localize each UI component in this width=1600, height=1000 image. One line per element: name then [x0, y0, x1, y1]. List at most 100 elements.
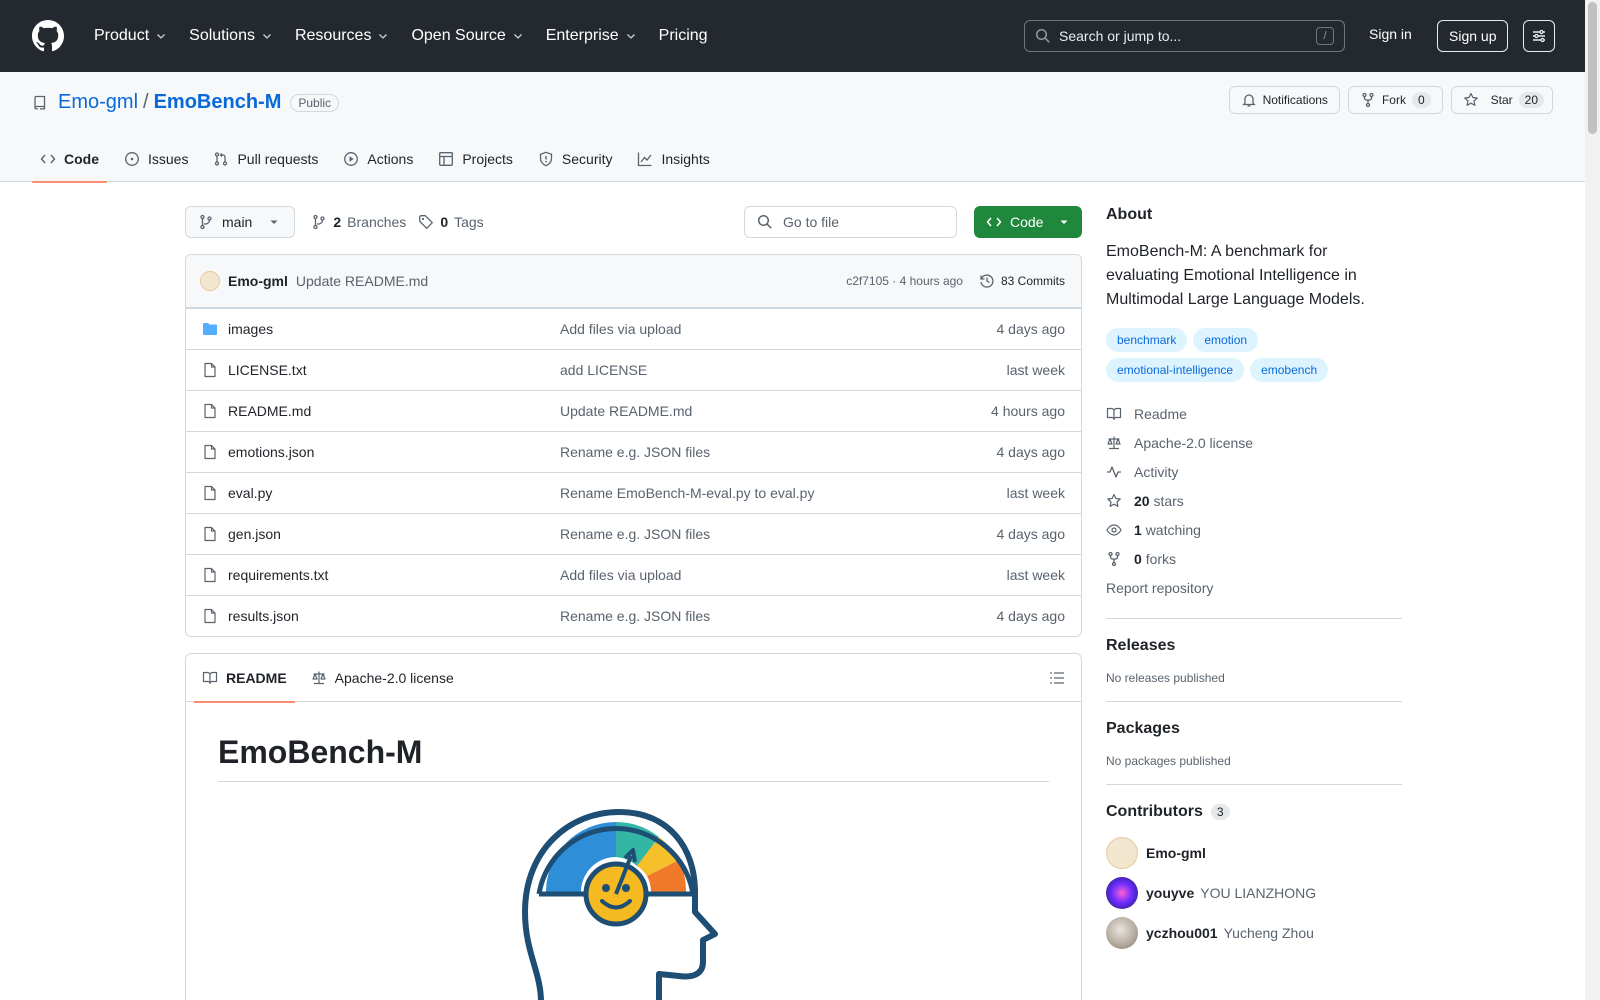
file-row[interactable]: emotions.json Rename e.g. JSON files 4 d… — [186, 431, 1081, 472]
file-age: last week — [1006, 567, 1065, 583]
tab-projects[interactable]: Projects — [430, 136, 521, 182]
file-name-link[interactable]: emotions.json — [228, 444, 560, 460]
tags-label: Tags — [454, 214, 484, 230]
tab-code[interactable]: Code — [32, 136, 107, 183]
file-row[interactable]: results.json Rename e.g. JSON files 4 da… — [186, 595, 1081, 636]
tab-readme[interactable]: README — [194, 654, 295, 703]
file-name-link[interactable]: requirements.txt — [228, 567, 560, 583]
table-icon — [439, 152, 454, 166]
eye-icon — [1106, 523, 1122, 536]
forks-link[interactable]: 0 forks — [1106, 544, 1402, 573]
file-commit-link[interactable]: Add files via upload — [560, 567, 1007, 583]
topic-tag[interactable]: emotion — [1193, 328, 1259, 352]
avatar — [1106, 877, 1138, 909]
repo-tabs: Code Issues Pull requests Actions Projec… — [32, 136, 727, 183]
file-commit-link[interactable]: add LICENSE — [560, 362, 1007, 378]
repo-name-link[interactable]: EmoBench-M — [154, 91, 282, 114]
file-name-link[interactable]: README.md — [228, 403, 560, 419]
law-icon — [312, 671, 326, 684]
tab-security[interactable]: Security — [530, 136, 621, 182]
branch-icon — [200, 214, 212, 230]
contributors-heading[interactable]: Contributors 3 — [1106, 803, 1402, 821]
contributors-count: 3 — [1210, 804, 1230, 820]
forks-text: 0 forks — [1134, 551, 1176, 567]
topic-tag[interactable]: emotional-intelligence — [1106, 358, 1245, 382]
activity-link[interactable]: Activity — [1106, 457, 1402, 486]
sign-up-button[interactable]: Sign up — [1437, 20, 1509, 52]
topic-tag[interactable]: benchmark — [1106, 328, 1188, 352]
releases-heading[interactable]: Releases — [1106, 637, 1402, 655]
caret-down-icon — [270, 220, 278, 224]
file-row[interactable]: LICENSE.txt add LICENSE last week — [186, 349, 1081, 390]
readme-logo — [188, 802, 1049, 1000]
table-of-contents-button[interactable] — [1049, 670, 1065, 686]
notifications-button[interactable]: Notifications — [1228, 86, 1340, 114]
file-row[interactable]: images Add files via upload 4 days ago — [186, 308, 1081, 349]
nav-solutions[interactable]: Solutions — [181, 27, 281, 45]
avatar[interactable] — [200, 271, 220, 291]
topic-tag[interactable]: emobench — [1250, 358, 1329, 382]
branches-link[interactable]: 2 Branches — [311, 214, 406, 230]
license-link[interactable]: Apache-2.0 license — [1106, 428, 1402, 457]
file-name-link[interactable]: LICENSE.txt — [228, 362, 560, 378]
tab-insights[interactable]: Insights — [629, 136, 717, 182]
commit-hash-time[interactable]: c2f7105 · 4 hours ago — [846, 274, 963, 288]
file-row[interactable]: README.md Update README.md 4 hours ago — [186, 390, 1081, 431]
file-commit-link[interactable]: Update README.md — [560, 403, 991, 419]
watching-link[interactable]: 1 watching — [1106, 515, 1402, 544]
tags-link[interactable]: 0 Tags — [418, 214, 484, 230]
nav-pricing[interactable]: Pricing — [651, 27, 716, 45]
readme-tabs: README Apache-2.0 license — [186, 654, 1081, 703]
fork-button[interactable]: Fork 0 — [1347, 86, 1443, 114]
tab-actions[interactable]: Actions — [335, 136, 421, 182]
tab-pull-requests[interactable]: Pull requests — [205, 136, 326, 182]
file-row[interactable]: requirements.txt Add files via upload la… — [186, 554, 1081, 595]
settings-menu-button[interactable] — [1523, 20, 1555, 52]
file-commit-link[interactable]: Rename e.g. JSON files — [560, 526, 997, 542]
file-name-link[interactable]: images — [228, 321, 560, 337]
repo-owner-link[interactable]: Emo-gml — [58, 91, 138, 114]
code-dropdown-button[interactable]: Code — [974, 206, 1082, 238]
branch-selector[interactable]: main — [185, 206, 296, 238]
branch-icon — [313, 214, 326, 230]
page-scrollbar[interactable] — [1585, 0, 1600, 1000]
search-shortcut-key: / — [1316, 27, 1334, 45]
contributor-item[interactable]: Emo-gml — [1106, 833, 1402, 873]
go-to-file-input[interactable]: Go to file — [744, 206, 957, 238]
star-icon — [1463, 92, 1478, 106]
file-commit-link[interactable]: Add files via upload — [560, 321, 997, 337]
file-row[interactable]: gen.json Rename e.g. JSON files 4 days a… — [186, 513, 1081, 554]
nav-enterprise[interactable]: Enterprise — [538, 27, 645, 45]
tab-license[interactable]: Apache-2.0 license — [303, 654, 462, 702]
commit-message-link[interactable]: Update README.md — [296, 273, 428, 289]
tab-issues[interactable]: Issues — [116, 136, 196, 182]
file-row[interactable]: eval.py Rename EmoBench-M-eval.py to eva… — [186, 472, 1081, 513]
nav-open-source[interactable]: Open Source — [403, 27, 531, 45]
readme-link[interactable]: Readme — [1106, 399, 1402, 428]
tags-count: 0 — [440, 214, 449, 230]
scrollbar-thumb[interactable] — [1588, 2, 1597, 134]
commits-history-link[interactable]: 83 Commits — [979, 273, 1065, 289]
contributor-item[interactable]: yczhou001 Yucheng Zhou — [1106, 913, 1402, 953]
tag-icon — [419, 215, 434, 229]
stars-link[interactable]: 20 stars — [1106, 486, 1402, 515]
report-repository-link[interactable]: Report repository — [1106, 573, 1402, 602]
file-name-link[interactable]: results.json — [228, 608, 560, 624]
file-name-link[interactable]: eval.py — [228, 485, 560, 501]
star-button[interactable]: Star 20 — [1450, 86, 1553, 114]
branch-name: main — [222, 214, 253, 230]
latest-commit-bar: Emo-gml Update README.md c2f7105 · 4 hou… — [186, 255, 1081, 308]
file-commit-link[interactable]: Rename EmoBench-M-eval.py to eval.py — [560, 485, 1007, 501]
nav-product[interactable]: Product — [86, 27, 175, 45]
packages-heading[interactable]: Packages — [1106, 720, 1402, 738]
sign-in-link[interactable]: Sign in — [1369, 26, 1412, 42]
github-logo-icon[interactable] — [32, 20, 64, 52]
contributor-item[interactable]: youyve YOU LIANZHONG — [1106, 873, 1402, 913]
graph-icon — [638, 152, 652, 167]
file-name-link[interactable]: gen.json — [228, 526, 560, 542]
search-input[interactable]: Search or jump to... / — [1024, 20, 1345, 52]
nav-resources[interactable]: Resources — [287, 27, 397, 45]
file-commit-link[interactable]: Rename e.g. JSON files — [560, 444, 997, 460]
commit-author-link[interactable]: Emo-gml — [228, 273, 288, 289]
file-commit-link[interactable]: Rename e.g. JSON files — [560, 608, 997, 624]
